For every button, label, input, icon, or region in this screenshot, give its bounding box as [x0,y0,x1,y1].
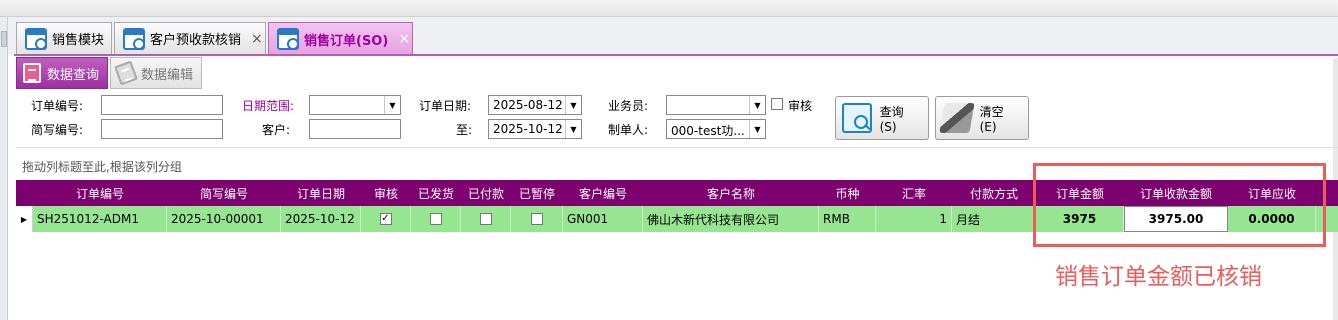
short-no-cell[interactable]: 2025-10-00001 [167,206,281,232]
left-collapsed-panel[interactable] [0,17,8,320]
subtab-label: 数据编辑 [141,67,194,83]
pencil-icon [114,60,138,86]
subtab-edit[interactable]: 数据编辑 [110,57,203,89]
order-date-from-value: 2025-08-12 [493,98,563,112]
column-header[interactable]: 已发货 [411,180,461,206]
window-icon [123,27,145,50]
filter-panel: 订单编号: 简写编号: 日期范围: ▼ 客户: 订单日期: 2025-08-12… [16,90,1338,148]
search-icon [842,103,872,133]
subtab-query[interactable]: 数据查询 [16,57,109,89]
short-no-input[interactable] [101,119,223,139]
paid-cell[interactable] [461,206,511,232]
customer-name-cell[interactable]: 佛山木新代科技有限公司 [643,206,819,232]
column-header[interactable]: 审核 [361,180,411,206]
column-header[interactable]: 付款方式 [952,180,1036,206]
eraser-icon [939,103,975,133]
window-icon [277,28,299,50]
row-indicator-icon: ▶ [16,206,33,232]
currency-cell[interactable]: RMB [819,206,876,232]
annotation-text: 销售订单金额已核销 [1055,264,1262,290]
window-icon [25,27,47,50]
group-by-hint[interactable]: 拖动列标题至此,根据该列分组 [22,158,182,175]
creator-select[interactable]: 000-test功... ▼ [666,119,766,139]
shipped-cell[interactable] [411,206,461,232]
subtab-label: 数据查询 [47,67,100,83]
creator-value: 000-test功... [671,124,745,138]
tab-label: 客户预收款核销 [150,33,242,48]
query-button-label: 查询(S) [879,104,904,134]
salesman-label: 业务员: [608,99,649,113]
column-header[interactable]: 订单日期 [281,180,361,206]
customer-input[interactable] [309,119,401,139]
tab-sales-order[interactable]: 销售订单(SO) × [268,22,413,55]
creator-label: 制单人: [608,123,649,137]
chevron-down-icon[interactable]: ▼ [749,120,765,138]
tab-label: 销售订单(SO) [304,33,389,49]
column-header[interactable]: 汇率 [876,180,952,206]
column-header[interactable]: 订单编号 [33,180,167,206]
order-no-label: 订单编号: [31,99,84,113]
column-header[interactable]: 币种 [819,180,876,206]
chevron-down-icon[interactable]: ▼ [384,96,400,114]
order-date-label: 订单日期: [419,99,472,113]
column-header[interactable]: 客户名称 [643,180,819,206]
audited-cell[interactable]: ✓ [361,206,411,232]
shipped-checkbox[interactable] [429,213,442,225]
clear-button[interactable]: 清空(E) [935,96,1029,140]
chevron-down-icon[interactable]: ▼ [565,96,581,114]
short-no-label: 简写编号: [31,123,84,137]
column-header[interactable]: 客户编号 [563,180,643,206]
order-date-to-value: 2025-10-12 [493,122,563,136]
order-no-input[interactable] [101,95,223,115]
column-header[interactable]: 已暂停 [511,180,563,206]
list-icon [23,63,41,83]
query-button[interactable]: 查询(S) [835,96,929,140]
date-range-label: 日期范围: [242,99,295,113]
subtab-bar: 数据查询 数据编辑 [16,57,204,89]
column-header[interactable]: 已付款 [461,180,511,206]
chevron-down-icon[interactable]: ▼ [749,96,765,114]
chevron-down-icon[interactable]: ▼ [565,120,581,138]
tab-label: 销售模块 [52,33,105,48]
order-date-from[interactable]: 2025-08-12 ▼ [488,95,582,115]
close-icon[interactable]: × [251,31,263,47]
order-no-cell[interactable]: SH251012-ADM1 [33,206,167,232]
tab-sales-module[interactable]: 销售模块 [16,22,112,54]
customer-label: 客户: [262,123,291,137]
clear-button-label: 清空(E) [979,104,1004,134]
paused-cell[interactable] [511,206,563,232]
order-date-to[interactable]: 2025-10-12 ▼ [488,119,582,139]
paused-checkbox[interactable] [530,213,543,225]
column-header[interactable]: 简写编号 [167,180,281,206]
audited-checkbox[interactable]: ✓ [379,213,392,225]
window-top-strip [0,0,1338,17]
customer-no-cell[interactable]: GN001 [563,206,643,232]
date-range-select[interactable]: ▼ [309,95,401,115]
audit-label: 审核 [788,99,813,113]
rate-cell[interactable]: 1 [876,206,952,232]
audit-checkbox[interactable] [771,98,783,110]
order-date-cell[interactable]: 2025-10-12 [281,206,361,232]
panel-handle[interactable] [1,31,7,47]
close-icon[interactable]: × [398,31,410,47]
tab-customer-prepayment[interactable]: 客户预收款核销 × [114,22,266,54]
salesman-select[interactable]: ▼ [666,95,766,115]
paid-checkbox[interactable] [479,213,492,225]
pay-method-cell[interactable]: 月结 [952,206,1036,232]
highlight-box [1033,163,1326,247]
to-label: 至: [456,123,473,137]
